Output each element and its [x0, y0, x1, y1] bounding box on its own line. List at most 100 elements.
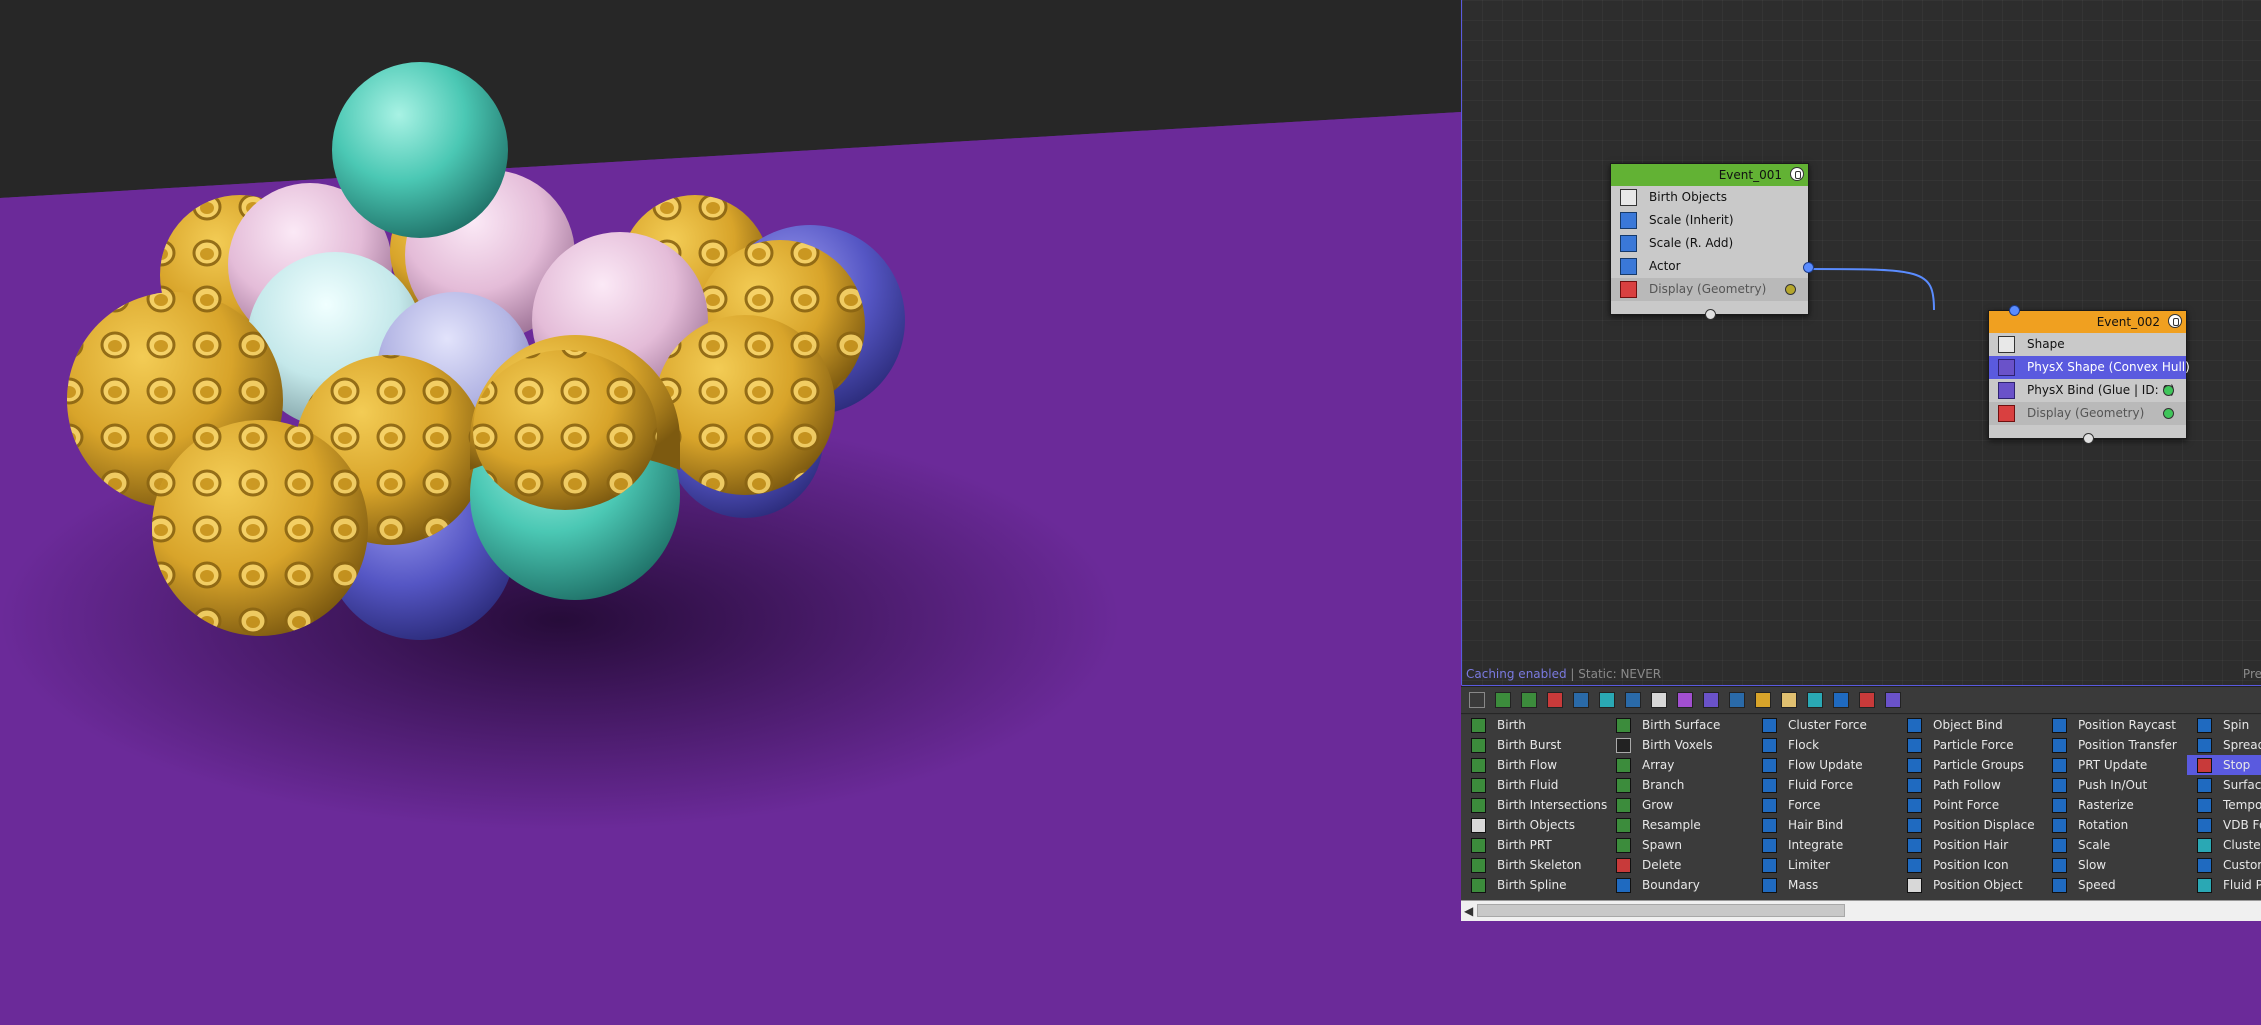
- list-item[interactable]: Tempo: [2187, 795, 2261, 815]
- list-item[interactable]: Scale: [2042, 835, 2187, 855]
- filter-rotation-icon[interactable]: [1729, 692, 1745, 708]
- list-item[interactable]: PRT Update: [2042, 755, 2187, 775]
- filter-stop-icon[interactable]: [1859, 692, 1875, 708]
- list-item[interactable]: Birth Surface: [1606, 715, 1752, 735]
- list-item[interactable]: Birth Burst: [1461, 735, 1606, 755]
- filter-force-icon[interactable]: [1573, 692, 1589, 708]
- list-item[interactable]: Particle Groups: [1897, 755, 2042, 775]
- list-item[interactable]: Path Follow: [1897, 775, 2042, 795]
- filter-cluster-icon[interactable]: [1885, 692, 1901, 708]
- operator-actor[interactable]: Actor: [1611, 255, 1808, 278]
- filter-all-icon[interactable]: [1469, 692, 1485, 708]
- filter-birth-icon[interactable]: [1495, 692, 1511, 708]
- list-item[interactable]: Birth Intersections: [1461, 795, 1607, 815]
- list-item[interactable]: Fluid P: [2187, 875, 2261, 895]
- list-item[interactable]: Birth Skeleton: [1461, 855, 1606, 875]
- event-002-header[interactable]: Event_002: [1989, 311, 2186, 333]
- list-item[interactable]: Speed: [2042, 875, 2187, 895]
- list-item[interactable]: Birth Flow: [1461, 755, 1606, 775]
- list-item[interactable]: Grow: [1606, 795, 1752, 815]
- operator-physx-bind[interactable]: PhysX Bind (Glue | ID: 0): [1989, 379, 2186, 402]
- filter-bind-icon[interactable]: [1703, 692, 1719, 708]
- list-item[interactable]: Point Force: [1897, 795, 2042, 815]
- list-item[interactable]: Object Bind: [1897, 715, 2042, 735]
- list-item[interactable]: Branch: [1606, 775, 1752, 795]
- filter-fluid-icon[interactable]: [1833, 692, 1849, 708]
- event-output-port-bottom[interactable]: [2083, 433, 2094, 444]
- operator-display-geometry[interactable]: Display (Geometry): [1611, 278, 1808, 301]
- event-002-node[interactable]: Event_002 Shape PhysX Shape (Convex Hull…: [1988, 305, 2190, 444]
- filter-shape-icon[interactable]: [1651, 692, 1667, 708]
- filter-material-icon[interactable]: [1755, 692, 1771, 708]
- operator-scale-r-add[interactable]: Scale (R. Add): [1611, 232, 1808, 255]
- list-item[interactable]: Particle Force: [1897, 735, 2042, 755]
- list-item[interactable]: Position Icon: [1897, 855, 2042, 875]
- list-item[interactable]: Birth Spline: [1461, 875, 1606, 895]
- list-item[interactable]: Force: [1752, 795, 1897, 815]
- display-color-dot[interactable]: [2163, 408, 2174, 419]
- event-output-port[interactable]: [1803, 262, 1814, 273]
- list-item[interactable]: Spawn: [1606, 835, 1752, 855]
- filter-delete-icon[interactable]: [1547, 692, 1563, 708]
- list-item[interactable]: VDB Fo: [2187, 815, 2261, 835]
- display-color-dot[interactable]: [1785, 284, 1796, 295]
- list-item[interactable]: Rotation: [2042, 815, 2187, 835]
- operator-shape[interactable]: Shape: [1989, 333, 2186, 356]
- list-item[interactable]: Surface: [2187, 775, 2261, 795]
- filter-test-icon[interactable]: [1781, 692, 1797, 708]
- list-item[interactable]: Limiter: [1752, 855, 1897, 875]
- list-item[interactable]: Position Transfer: [2042, 735, 2187, 755]
- list-item[interactable]: Position Raycast: [2042, 715, 2187, 735]
- list-item[interactable]: Position Displace: [1897, 815, 2042, 835]
- list-item[interactable]: Resample: [1606, 815, 1752, 835]
- boundary-icon: [1616, 878, 1631, 893]
- list-item[interactable]: Birth PRT: [1461, 835, 1606, 855]
- list-item[interactable]: Custom: [2187, 855, 2261, 875]
- lightbulb-icon[interactable]: [1790, 167, 1804, 181]
- filter-speed-icon[interactable]: [1807, 692, 1823, 708]
- 3d-viewport[interactable]: [0, 0, 1461, 1025]
- scroll-left-icon[interactable]: ◀: [1464, 904, 1473, 918]
- list-item[interactable]: Mass: [1752, 875, 1897, 895]
- filter-position-icon[interactable]: [1625, 692, 1641, 708]
- event-001-node[interactable]: Event_001 Birth Objects Scale (Inherit) …: [1610, 163, 1814, 320]
- operator-birth-objects[interactable]: Birth Objects: [1611, 186, 1808, 209]
- node-graph-canvas[interactable]: Event_001 Birth Objects Scale (Inherit) …: [1461, 0, 2261, 686]
- operator-scale-inherit[interactable]: Scale (Inherit): [1611, 209, 1808, 232]
- filter-generator-icon[interactable]: [1521, 692, 1537, 708]
- filter-data-icon[interactable]: [1599, 692, 1615, 708]
- operator-physx-shape[interactable]: PhysX Shape (Convex Hull): [1989, 356, 2190, 379]
- list-item[interactable]: Integrate: [1752, 835, 1897, 855]
- item-label: Stop: [2223, 758, 2251, 772]
- list-item[interactable]: Push In/Out: [2042, 775, 2187, 795]
- list-item[interactable]: Array: [1606, 755, 1752, 775]
- event-input-port[interactable]: [2009, 305, 2020, 316]
- list-item[interactable]: Birth: [1461, 715, 1606, 735]
- list-item[interactable]: Birth Objects: [1461, 815, 1606, 835]
- scrollbar-thumb[interactable]: [1477, 904, 1845, 917]
- list-item[interactable]: Birth Fluid: [1461, 775, 1606, 795]
- list-item[interactable]: Flock: [1752, 735, 1897, 755]
- operator-display-geometry[interactable]: Display (Geometry): [1989, 402, 2186, 425]
- list-item[interactable]: Spread: [2187, 735, 2261, 755]
- list-item-selected[interactable]: Stop: [2187, 755, 2261, 775]
- list-item[interactable]: Delete: [1606, 855, 1752, 875]
- item-label: Birth Spline: [1497, 878, 1567, 892]
- lightbulb-icon[interactable]: [2168, 314, 2182, 328]
- list-item[interactable]: Position Hair: [1897, 835, 2042, 855]
- list-item[interactable]: Hair Bind: [1752, 815, 1897, 835]
- filter-physx-icon[interactable]: [1677, 692, 1693, 708]
- event-input-port-bottom[interactable]: [1705, 309, 1716, 320]
- list-item[interactable]: Flow Update: [1752, 755, 1897, 775]
- list-item[interactable]: Boundary: [1606, 875, 1752, 895]
- list-item[interactable]: Cluster: [2187, 835, 2261, 855]
- list-item[interactable]: Slow: [2042, 855, 2187, 875]
- list-item[interactable]: Rasterize: [2042, 795, 2187, 815]
- list-item[interactable]: Birth Voxels: [1606, 735, 1752, 755]
- list-item[interactable]: Position Object: [1897, 875, 2042, 895]
- list-item[interactable]: Fluid Force: [1752, 775, 1897, 795]
- list-item[interactable]: Cluster Force: [1752, 715, 1897, 735]
- horizontal-scrollbar[interactable]: ◀: [1461, 900, 2261, 921]
- list-item[interactable]: Spin: [2187, 715, 2261, 735]
- event-001-header[interactable]: Event_001: [1611, 164, 1808, 186]
